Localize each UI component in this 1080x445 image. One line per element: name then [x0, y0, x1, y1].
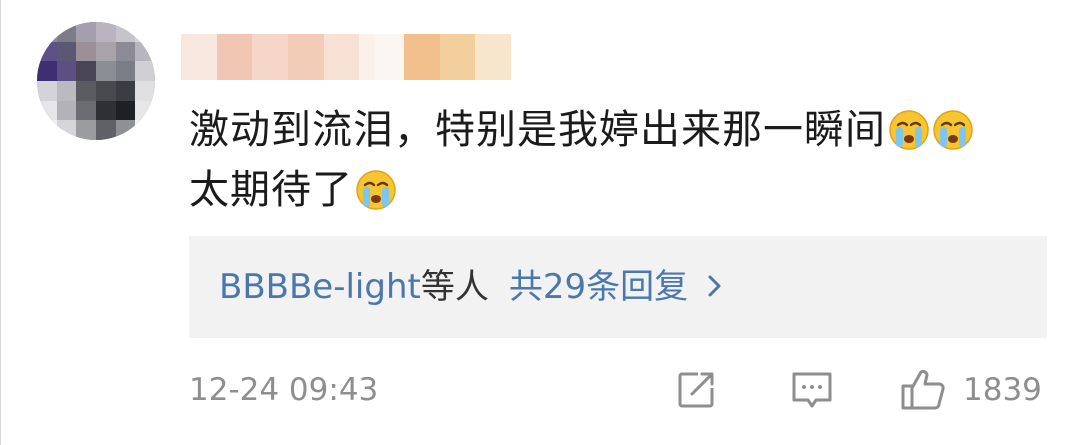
comment-card: 激动到流泪，特别是我婷出来那一瞬间 太期待了 BBBBe-light等人 共29…: [0, 0, 1080, 445]
like-button[interactable]: 1839: [899, 366, 1042, 414]
comment-text-line-1: 激动到流泪，特别是我婷出来那一瞬间: [189, 107, 886, 153]
chevron-right-icon: [708, 275, 721, 297]
crying-face-icon: [889, 110, 929, 150]
comment-bubble-icon: [792, 372, 832, 408]
repost-button[interactable]: [674, 366, 718, 414]
repost-icon: [678, 372, 714, 408]
comment-line-1: 激动到流泪，特别是我婷出来那一瞬间: [189, 100, 1049, 160]
comment-text: 激动到流泪，特别是我婷出来那一瞬间 太期待了: [189, 100, 1049, 220]
reply-count-link[interactable]: 共29条回复: [509, 267, 688, 307]
username-blurred[interactable]: [181, 34, 511, 80]
crying-face-icon: [933, 110, 973, 150]
comment-timestamp: 12-24 09:43: [189, 372, 379, 408]
reply-names-link[interactable]: BBBBe-light: [219, 267, 421, 307]
avatar[interactable]: [37, 22, 155, 140]
like-count: 1839: [963, 372, 1042, 408]
crying-face-icon: [356, 170, 396, 210]
comment-button[interactable]: [789, 366, 835, 414]
reply-names-suffix: 等人: [420, 267, 489, 307]
thumbs-up-icon: [901, 369, 945, 410]
comment-line-2: 太期待了: [189, 160, 1049, 220]
avatar-mosaic: [37, 22, 155, 140]
comment-text-line-2: 太期待了: [189, 167, 353, 213]
replies-row: BBBBe-light等人 共29条回复: [219, 264, 724, 310]
comment-footer: 12-24 09:43 1839: [189, 362, 1047, 418]
replies-preview[interactable]: BBBBe-light等人 共29条回复: [189, 236, 1047, 338]
